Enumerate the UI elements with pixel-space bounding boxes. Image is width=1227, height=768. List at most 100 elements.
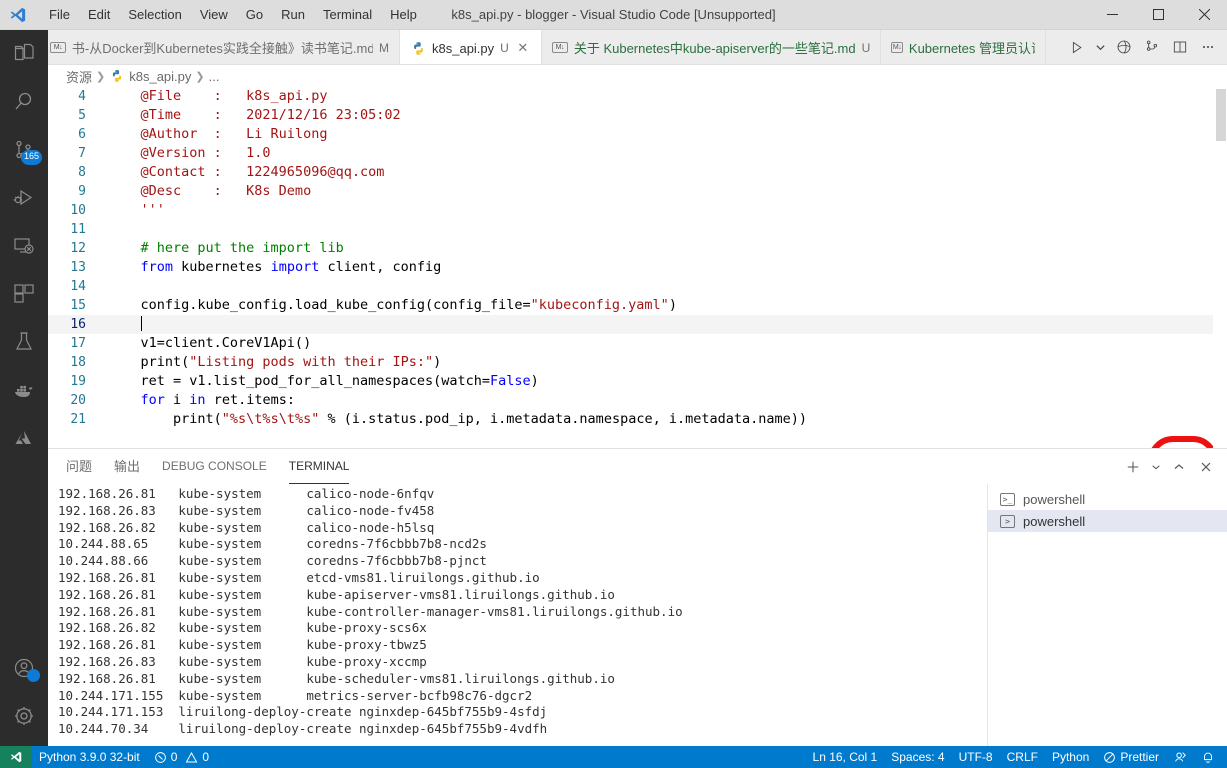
code-line[interactable]: 13 from kubernetes import client, config — [48, 258, 1227, 277]
editor-actions — [1063, 30, 1227, 64]
panel-tab-debug-console[interactable]: DEBUG CONSOLE — [162, 449, 267, 484]
menu-go[interactable]: Go — [237, 0, 272, 30]
scrollbar-thumb[interactable] — [1216, 89, 1226, 141]
code-line[interactable]: 19 ret = v1.list_pod_for_all_namespaces(… — [48, 372, 1227, 391]
vscode-window: File Edit Selection View Go Run Terminal… — [0, 0, 1227, 768]
account-icon[interactable] — [0, 644, 48, 692]
status-live-share[interactable] — [1166, 746, 1194, 768]
terminal-line: 192.168.26.83 kube-system calico-node-fv… — [58, 502, 435, 518]
code-line[interactable]: 17 v1=client.CoreV1Api() — [48, 334, 1227, 353]
split-editor-icon[interactable] — [1167, 33, 1193, 61]
code-line-text: @Version : 1.0 — [108, 145, 271, 161]
code-line[interactable]: 4 @File : k8s_api.py — [48, 87, 1227, 106]
source-control-badge: 165 — [20, 150, 42, 165]
error-icon — [154, 751, 167, 764]
menu-file[interactable]: File — [40, 0, 79, 30]
remote-window-icon[interactable] — [0, 746, 32, 768]
code-line[interactable]: 14 — [48, 277, 1227, 296]
testing-icon[interactable] — [0, 318, 48, 366]
panel-tab-problems[interactable]: 问题 — [66, 449, 92, 484]
status-encoding[interactable]: UTF-8 — [952, 746, 1000, 768]
docker-icon[interactable] — [0, 366, 48, 414]
status-cursor-position[interactable]: Ln 16, Col 1 — [806, 746, 885, 768]
status-eol[interactable]: CRLF — [1000, 746, 1045, 768]
run-debug-icon[interactable] — [0, 174, 48, 222]
terminal-output[interactable]: 192.168.26.81 kube-system calico-node-6n… — [48, 484, 987, 746]
tab-label: k8s_api.py — [432, 40, 495, 56]
breadcrumb-tail[interactable]: ... — [209, 69, 220, 84]
menu-edit[interactable]: Edit — [79, 0, 119, 30]
code-line-text — [100, 220, 108, 239]
status-python-interpreter[interactable]: Python 3.9.0 32-bit — [32, 746, 147, 768]
new-terminal-icon[interactable] — [1120, 454, 1146, 480]
azure-icon[interactable] — [0, 414, 48, 462]
maximize-icon[interactable] — [1135, 0, 1181, 30]
code-line[interactable]: 11 — [48, 220, 1227, 239]
terminal-list-item[interactable]: > powershell — [988, 510, 1227, 532]
status-language-mode[interactable]: Python — [1045, 746, 1096, 768]
line-number: 21 — [70, 412, 86, 427]
code-line[interactable]: 12 # here put the import lib — [48, 239, 1227, 258]
close-icon[interactable] — [1181, 0, 1227, 30]
tab-docker-to-k8s-md[interactable]: M↓ 书-从Docker到Kubernetes实践全接触》读书笔记.md M — [48, 30, 400, 64]
code-content[interactable]: 4 @File : k8s_api.py 5 @Time : 2021/12/16… — [48, 87, 1227, 448]
code-line[interactable]: 7 @Version : 1.0 — [48, 144, 1227, 163]
code-line[interactable]: 8 @Contact : 1224965096@qq.com — [48, 163, 1227, 182]
more-actions-icon[interactable] — [1195, 33, 1221, 61]
menu-terminal[interactable]: Terminal — [314, 0, 381, 30]
gear-icon[interactable] — [0, 692, 48, 740]
code-editor[interactable]: 4 @File : k8s_api.py 5 @Time : 2021/12/16… — [48, 87, 1227, 448]
preview-icon[interactable] — [1111, 33, 1137, 61]
code-line[interactable]: 20 for i in ret.items: — [48, 391, 1227, 410]
remote-explorer-icon[interactable] — [0, 222, 48, 270]
breadcrumb-root[interactable]: 资源 — [66, 67, 92, 86]
line-number: 15 — [70, 298, 86, 313]
tab-cka-md[interactable]: M↓ Kubernetes 管理员认证(CKA)考 — [881, 30, 1047, 64]
code-line[interactable]: 16 — [48, 315, 1227, 334]
status-problems[interactable]: 0 0 — [147, 746, 216, 768]
chevron-down-icon[interactable] — [1147, 454, 1165, 480]
menu-view[interactable]: View — [191, 0, 237, 30]
menu-run[interactable]: Run — [272, 0, 314, 30]
extensions-icon[interactable] — [0, 270, 48, 318]
source-control-icon[interactable]: 165 — [0, 126, 48, 174]
code-line[interactable]: 9 @Desc : K8s Demo — [48, 182, 1227, 201]
close-panel-icon[interactable] — [1193, 454, 1219, 480]
terminal-list-item[interactable]: >_ powershell — [988, 488, 1227, 510]
terminal-line: 10.244.88.66 kube-system coredns-7f6cbbb… — [58, 553, 487, 569]
search-icon[interactable] — [0, 78, 48, 126]
status-bar-right: Ln 16, Col 1 Spaces: 4 UTF-8 CRLF Python… — [806, 746, 1227, 768]
code-line[interactable]: 21 print("%s\t%s\t%s" % (i.status.pod_ip… — [48, 410, 1227, 429]
chevron-down-icon[interactable] — [1091, 33, 1109, 61]
maximize-panel-icon[interactable] — [1166, 454, 1192, 480]
editor-scrollbar[interactable] — [1213, 87, 1227, 448]
tab-close-icon[interactable]: ✕ — [515, 40, 531, 56]
warning-count: 0 — [202, 750, 210, 764]
code-line[interactable]: 6 @Author : Li Ruilong — [48, 125, 1227, 144]
code-line[interactable]: 18 print("Listing pods with their IPs:") — [48, 353, 1227, 372]
line-number: 7 — [78, 146, 86, 161]
breadcrumb-file[interactable]: k8s_api.py — [129, 69, 191, 84]
panel-tab-terminal[interactable]: TERMINAL — [288, 449, 349, 484]
code-line[interactable]: 15 config.kube_config.load_kube_config(c… — [48, 296, 1227, 315]
terminal-line: 192.168.26.81 kube-system kube-apiserver… — [58, 586, 615, 602]
menu-help[interactable]: Help — [381, 0, 426, 30]
markdown-icon: M↓ — [891, 42, 903, 53]
terminal-line: 192.168.26.81 kube-system kube-scheduler… — [58, 670, 615, 686]
run-python-file-icon[interactable] — [1063, 33, 1089, 61]
minimize-icon[interactable] — [1089, 0, 1135, 30]
status-notifications[interactable] — [1194, 746, 1227, 768]
tab-kube-apiserver-md[interactable]: M↓ 关于 Kubernetes中kube-apiserver的一些笔记.md … — [541, 30, 882, 64]
split-git-icon[interactable] — [1139, 33, 1165, 61]
menu-selection[interactable]: Selection — [119, 0, 190, 30]
panel-tab-output[interactable]: 输出 — [114, 449, 140, 484]
code-line[interactable]: 10 ''' — [48, 201, 1227, 220]
status-indentation[interactable]: Spaces: 4 — [884, 746, 951, 768]
vscode-logo-icon — [0, 6, 36, 24]
editor-tabs-bar: M↓ 书-从Docker到Kubernetes实践全接触》读书笔记.md M k… — [48, 30, 1227, 65]
code-line-text: ''' — [108, 202, 165, 218]
code-line[interactable]: 5 @Time : 2021/12/16 23:05:02 — [48, 106, 1227, 125]
status-prettier[interactable]: Prettier — [1096, 746, 1166, 768]
explorer-icon[interactable] — [0, 30, 48, 78]
tab-k8s-api-py[interactable]: k8s_api.py U ✕ — [400, 30, 542, 64]
